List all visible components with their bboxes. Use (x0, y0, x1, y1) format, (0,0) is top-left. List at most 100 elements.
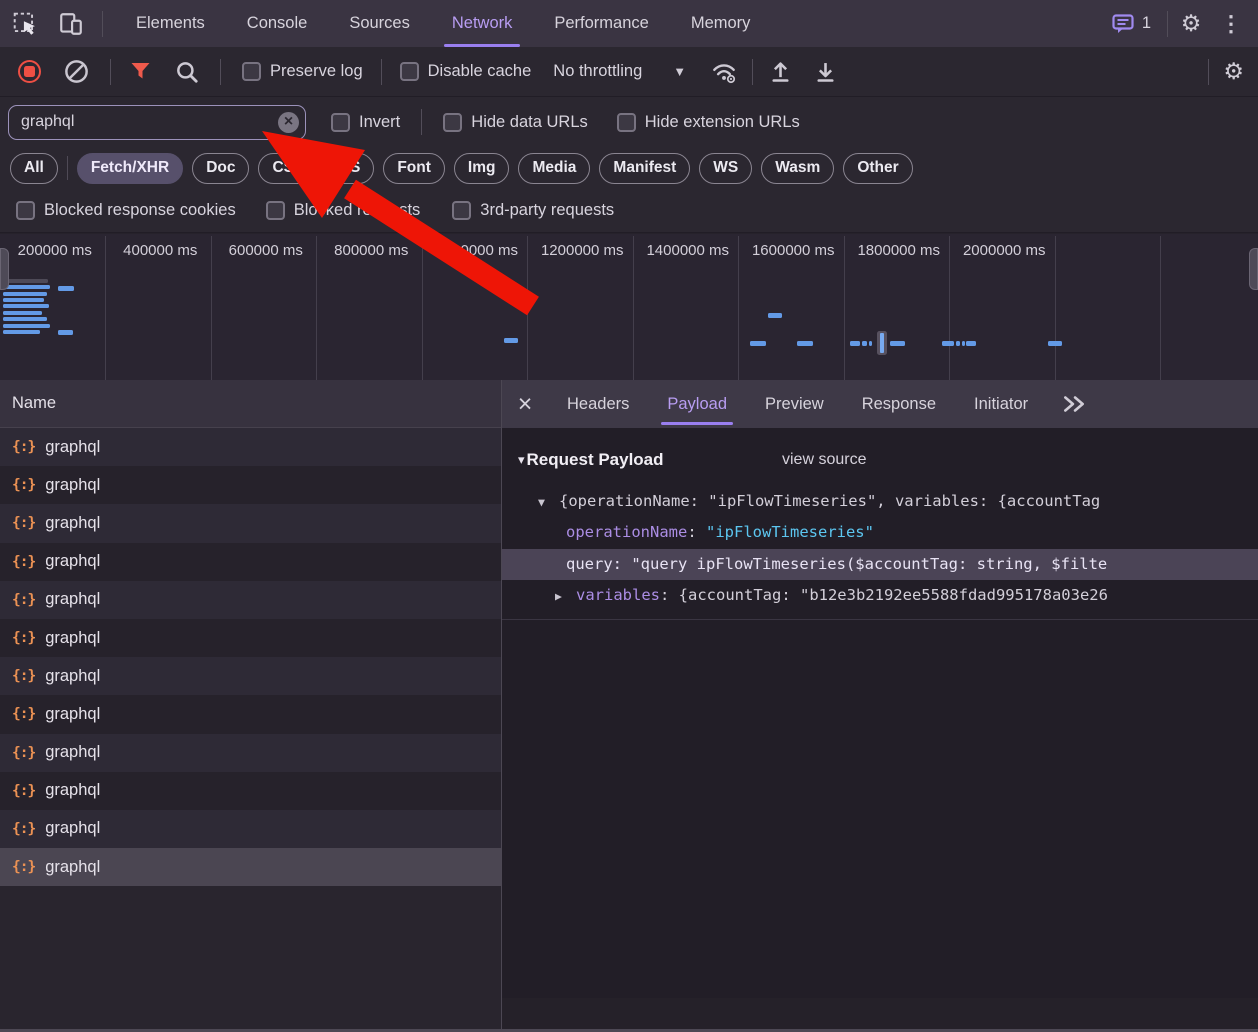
request-row[interactable]: {:}graphql (0, 734, 501, 772)
request-row[interactable]: {:} graphql (0, 695, 501, 733)
request-payload-section-header[interactable]: ▾ Request Payload view source (502, 444, 1258, 476)
throttling-select[interactable]: No throttling ▼ (553, 62, 686, 81)
type-chip-img[interactable]: Img (454, 153, 510, 184)
request-row[interactable]: {:}graphql (0, 581, 501, 619)
payload-row[interactable]: ▶variables: {accountTag: "b12e3b2192ee55… (502, 580, 1258, 611)
import-har-icon[interactable] (767, 58, 794, 85)
type-chip-font[interactable]: Font (383, 153, 445, 184)
collapse-triangle-icon[interactable]: ▾ (518, 452, 525, 468)
filter-input[interactable] (8, 105, 306, 140)
clear-filter-icon[interactable]: × (278, 112, 299, 133)
view-source-link[interactable]: view source (782, 451, 866, 469)
checkbox[interactable] (443, 113, 462, 132)
tab-elements[interactable]: Elements (115, 0, 226, 47)
type-chip-js[interactable]: JS (327, 153, 374, 184)
network-overview-timeline[interactable]: 200000 ms400000 ms600000 ms800000 ms1000… (0, 234, 1258, 380)
timeline-left-handle[interactable] (0, 248, 9, 290)
preserve-log-checkbox[interactable]: Preserve log (242, 62, 363, 81)
blocked-checkbox-0[interactable]: Blocked response cookies (16, 201, 236, 220)
hide-extension-urls-checkbox[interactable]: Hide extension URLs (617, 113, 800, 132)
type-chip-manifest[interactable]: Manifest (599, 153, 690, 184)
device-toolbar-icon[interactable] (54, 7, 88, 41)
invert-checkbox[interactable]: Invert (331, 113, 400, 132)
request-row[interactable]: {:}graphql (0, 543, 501, 581)
request-row[interactable]: {:}graphql (0, 466, 501, 504)
tab-memory[interactable]: Memory (670, 0, 772, 47)
type-chip-ws[interactable]: WS (699, 153, 752, 184)
checkbox[interactable] (331, 113, 350, 132)
kebab-menu-icon[interactable]: ⋮ (1214, 7, 1248, 41)
tab-performance[interactable]: Performance (533, 0, 669, 47)
request-row[interactable]: {:}graphql (0, 772, 501, 810)
clear-network-log-icon[interactable] (63, 58, 90, 85)
type-chip-fetchxhr[interactable]: Fetch/XHR (77, 153, 183, 184)
request-name: graphql (45, 476, 100, 495)
blocked-checkbox-1[interactable]: Blocked requests (266, 201, 421, 220)
payload-row[interactable]: ▼{operationName: "ipFlowTimeseries", var… (502, 486, 1258, 517)
details-tab-preview[interactable]: Preview (746, 380, 843, 428)
tab-sources[interactable]: Sources (328, 0, 431, 47)
request-row[interactable]: {:}graphql (0, 619, 501, 657)
tab-network[interactable]: Network (431, 0, 534, 47)
request-name: graphql (45, 514, 100, 533)
waterfall-bar (3, 292, 47, 296)
expanded-triangle-icon[interactable]: ▼ (538, 487, 559, 517)
network-conditions-icon[interactable] (710, 59, 738, 85)
filter-funnel-icon[interactable] (129, 61, 152, 83)
pane-resize-divider[interactable] (501, 380, 502, 1032)
selected-request-marker (877, 331, 887, 355)
fetch-json-icon: {:} (12, 706, 35, 722)
settings-gear-icon[interactable]: ⚙ (1174, 7, 1208, 41)
network-settings-gear-icon[interactable]: ⚙ (1223, 58, 1244, 85)
divider (67, 156, 68, 180)
payload-row[interactable]: operationName: "ipFlowTimeseries" (502, 517, 1258, 548)
search-icon[interactable] (174, 59, 200, 85)
export-har-icon[interactable] (812, 58, 839, 85)
collapsed-triangle-icon[interactable]: ▶ (555, 581, 576, 611)
request-row[interactable]: {:}graphql (0, 848, 501, 886)
issues-bubble-icon (1111, 12, 1135, 36)
checkbox[interactable] (16, 201, 35, 220)
details-tab-response[interactable]: Response (843, 380, 955, 428)
waterfall-bar (3, 285, 50, 289)
type-chip-wasm[interactable]: Wasm (761, 153, 834, 184)
fetch-json-icon: {:} (12, 515, 35, 531)
type-chip-doc[interactable]: Doc (192, 153, 249, 184)
request-row[interactable]: {:}graphql (0, 657, 501, 695)
details-tab-headers[interactable]: Headers (548, 380, 648, 428)
type-chip-css[interactable]: CSS (258, 153, 318, 184)
disable-cache-checkbox[interactable]: Disable cache (400, 62, 532, 81)
details-tab-payload[interactable]: Payload (648, 380, 746, 428)
name-column-header[interactable]: Name (0, 380, 501, 428)
request-name: graphql (45, 705, 100, 724)
request-row[interactable]: {:}graphql (0, 810, 501, 848)
checkbox[interactable] (452, 201, 471, 220)
payload-row[interactable]: query: "query ipFlowTimeseries($accountT… (502, 549, 1258, 580)
timeline-right-handle[interactable] (1249, 248, 1258, 290)
checkbox[interactable] (266, 201, 285, 220)
fetch-json-icon: {:} (12, 668, 35, 684)
divider (752, 59, 753, 85)
hide-data-urls-checkbox[interactable]: Hide data URLs (443, 113, 587, 132)
inspect-element-icon[interactable] (8, 7, 42, 41)
waterfall-bar (768, 313, 782, 318)
issues-button[interactable]: 1 (1111, 12, 1151, 36)
request-row[interactable]: {:}graphql (0, 428, 501, 466)
tab-console[interactable]: Console (226, 0, 329, 47)
waterfall-bar (962, 341, 965, 346)
checkbox[interactable] (242, 62, 261, 81)
request-name: graphql (45, 781, 100, 800)
request-row[interactable]: {:} graphql (0, 504, 501, 542)
details-tab-initiator[interactable]: Initiator (955, 380, 1047, 428)
waterfall-bar (862, 341, 867, 346)
type-chip-other[interactable]: Other (843, 153, 912, 184)
checkbox[interactable] (400, 62, 419, 81)
close-details-icon[interactable]: × (502, 390, 548, 419)
type-chip-all[interactable]: All (10, 153, 58, 184)
checkbox[interactable] (617, 113, 636, 132)
record-button[interactable] (18, 60, 41, 83)
more-tabs-chevron-icon[interactable] (1061, 394, 1087, 414)
fetch-json-icon: {:} (12, 592, 35, 608)
type-chip-media[interactable]: Media (518, 153, 590, 184)
blocked-checkbox-2[interactable]: 3rd-party requests (452, 201, 614, 220)
